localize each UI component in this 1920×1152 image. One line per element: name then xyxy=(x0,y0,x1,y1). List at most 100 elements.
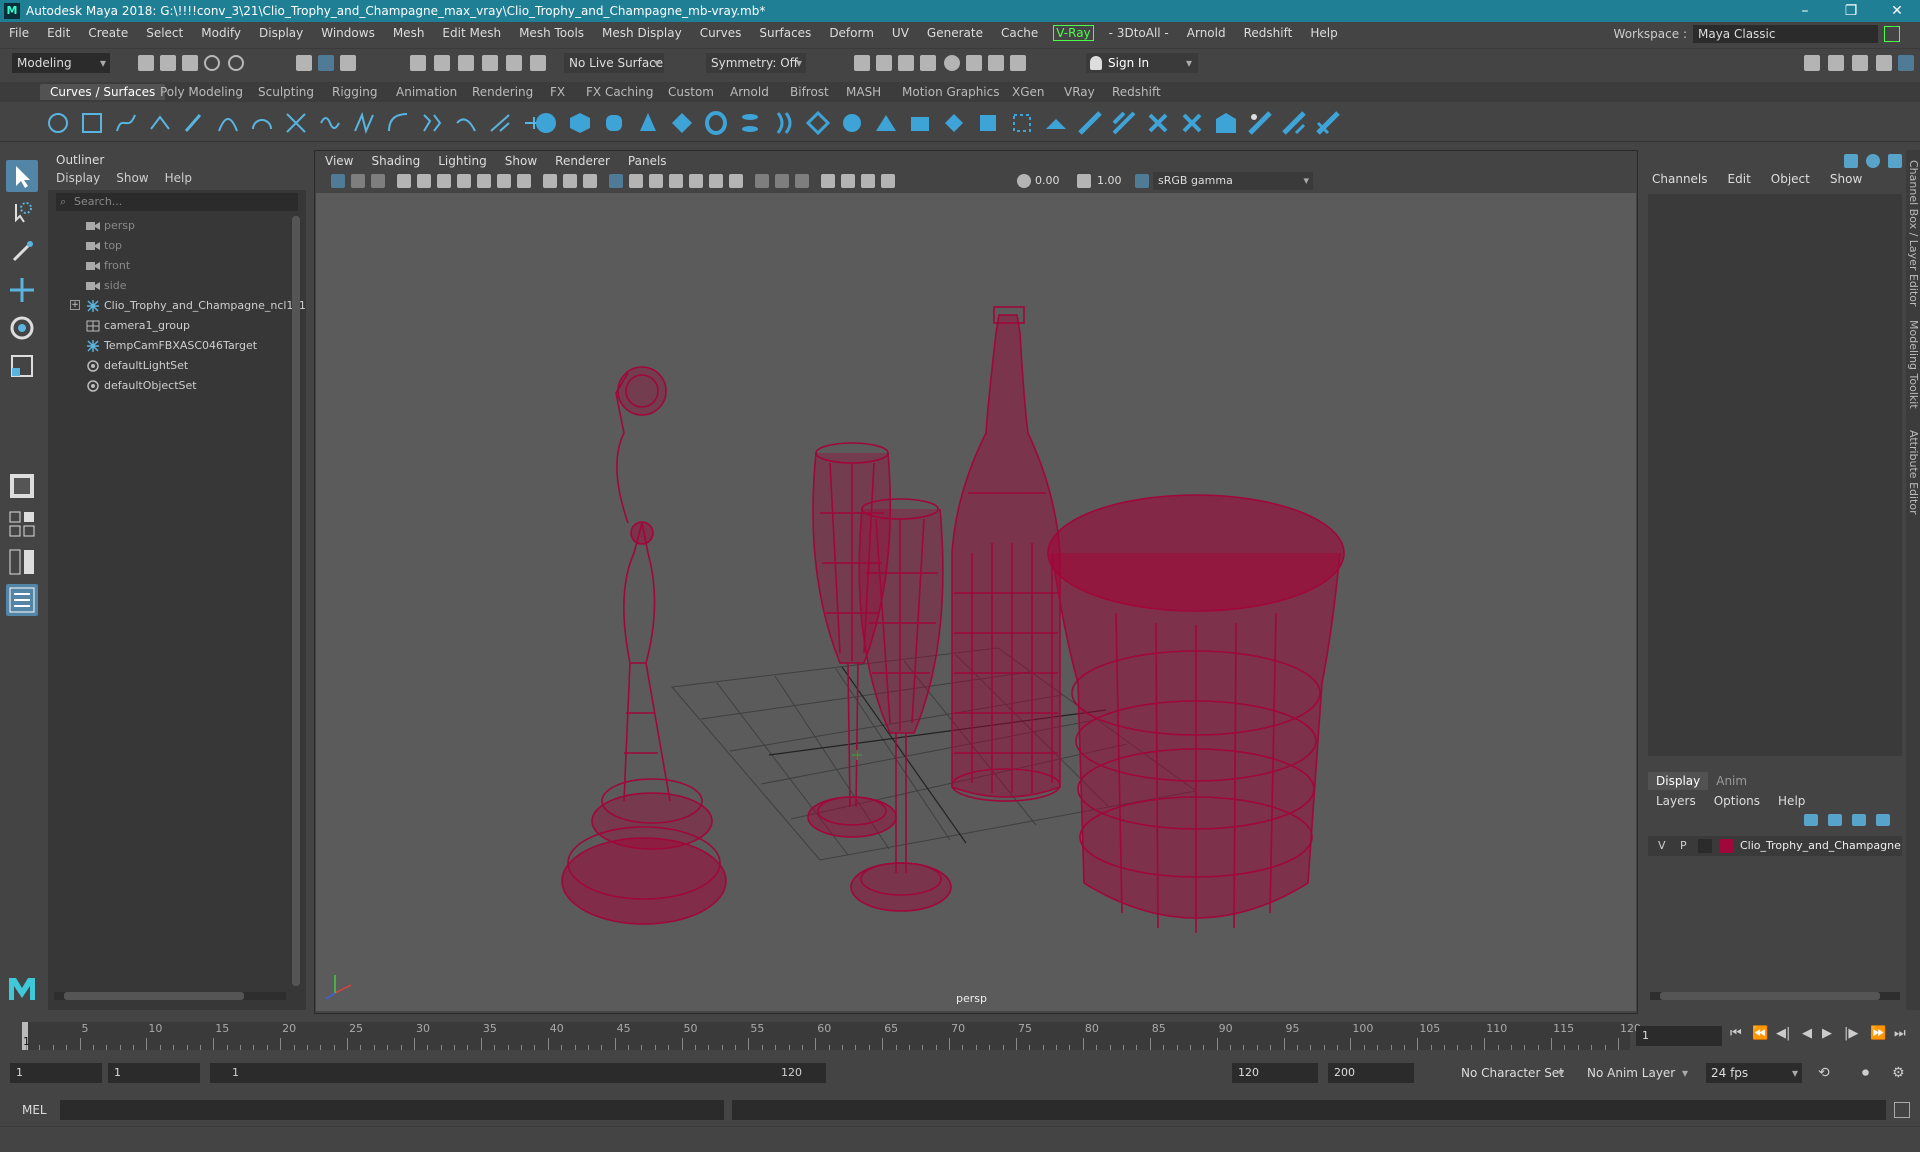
shelf-tab-animation[interactable]: Animation xyxy=(386,84,467,100)
render-setup-icon[interactable] xyxy=(966,55,982,71)
hypershade-icon[interactable] xyxy=(944,55,960,71)
outliner-item-camera1-group[interactable]: camera1_group xyxy=(48,316,288,336)
step-forward-key-icon[interactable]: ⏩ xyxy=(1870,1026,1886,1041)
gamma-value[interactable]: 1.00 xyxy=(1097,173,1137,189)
ambient-occlusion-icon[interactable] xyxy=(729,174,743,188)
motion-blur-icon[interactable] xyxy=(755,174,769,188)
menu-generate[interactable]: Generate xyxy=(918,26,992,40)
film-gate-icon[interactable] xyxy=(457,174,471,188)
redo-icon[interactable] xyxy=(228,55,244,71)
snap-surface-icon[interactable] xyxy=(506,55,522,71)
menu-edit[interactable]: Edit xyxy=(38,26,79,40)
shelf-tab-motion-graphics[interactable]: Motion Graphics xyxy=(892,84,1010,100)
open-scene-icon[interactable] xyxy=(160,55,176,71)
exposure-value[interactable]: 0.00 xyxy=(1035,173,1075,189)
menu-mesh-tools[interactable]: Mesh Tools xyxy=(510,26,593,40)
gamma-icon[interactable] xyxy=(1077,174,1091,188)
shadows-icon[interactable] xyxy=(709,174,723,188)
nurbs-cube-icon[interactable] xyxy=(568,111,592,135)
undo-icon[interactable] xyxy=(204,55,220,71)
depth-of-field-icon[interactable] xyxy=(795,174,809,188)
loop-icon[interactable]: ⟲ xyxy=(1818,1065,1830,1081)
command-input[interactable] xyxy=(60,1100,724,1120)
viewport-menu-lighting[interactable]: Lighting xyxy=(438,154,487,168)
mode-dropdown[interactable]: Modeling xyxy=(12,53,110,73)
menu-arnold[interactable]: Arnold xyxy=(1178,26,1235,40)
project-curve-icon[interactable] xyxy=(1044,111,1068,135)
textured-icon[interactable] xyxy=(669,174,683,188)
fillet-curve-icon[interactable] xyxy=(454,111,478,135)
anti-aliasing-icon[interactable] xyxy=(775,174,789,188)
symmetry-dropdown[interactable]: Symmetry: Off xyxy=(706,53,806,73)
offset-curve-icon[interactable] xyxy=(386,111,410,135)
render-view-icon[interactable] xyxy=(854,55,870,71)
new-layer-selected-icon[interactable] xyxy=(1876,814,1890,826)
current-frame-field[interactable]: 1 xyxy=(1636,1026,1722,1046)
boundary-icon[interactable] xyxy=(942,111,966,135)
exposure-icon[interactable] xyxy=(1017,174,1031,188)
animation-start-field[interactable]: 1 xyxy=(10,1063,102,1083)
play-back-icon[interactable]: ◀︎ xyxy=(1802,1026,1812,1041)
lasso-tool-icon[interactable] xyxy=(6,198,38,230)
new-scene-icon[interactable] xyxy=(138,55,154,71)
nurbs-square-icon[interactable] xyxy=(80,111,104,135)
rebuild-surface-icon[interactable] xyxy=(1316,111,1340,135)
planar-icon[interactable] xyxy=(806,111,830,135)
nurbs-torus-icon[interactable] xyxy=(704,111,728,135)
outliner-item-default-object-set[interactable]: defaultObjectSet xyxy=(48,376,288,396)
field-chart-icon[interactable] xyxy=(517,174,531,188)
viewport-menu-renderer[interactable]: Renderer xyxy=(555,154,610,168)
wireframe-icon[interactable] xyxy=(609,174,623,188)
menu-3dtoall[interactable]: - 3DtoAll - xyxy=(1100,26,1178,40)
select-component-icon[interactable] xyxy=(340,55,356,71)
xray-components-icon[interactable] xyxy=(881,174,895,188)
curve-detach-icon[interactable] xyxy=(352,111,376,135)
viewport-menu-shading[interactable]: Shading xyxy=(371,154,420,168)
viewport-menu-show[interactable]: Show xyxy=(505,154,537,168)
gate-mask-icon[interactable] xyxy=(497,174,511,188)
minimize-button[interactable]: – xyxy=(1782,0,1828,22)
shelf-tab-fx[interactable]: FX xyxy=(540,84,575,100)
channel-box-toggle-icon[interactable] xyxy=(1844,154,1858,168)
shelf-tab-poly-modeling[interactable]: Poly Modeling xyxy=(150,84,253,100)
nurbs-sphere-icon[interactable] xyxy=(534,111,558,135)
layer-horizontal-scrollbar[interactable] xyxy=(1650,992,1900,1000)
shelf-tab-fx-caching[interactable]: FX Caching xyxy=(576,84,663,100)
go-to-start-icon[interactable]: ⏮ xyxy=(1730,1026,1742,1041)
outliner-search-input[interactable]: ⌕ Search... xyxy=(56,193,298,211)
channel-box-menu-edit[interactable]: Edit xyxy=(1728,172,1751,186)
menu-file[interactable]: File xyxy=(0,26,38,40)
nurbs-plane-icon[interactable] xyxy=(670,111,694,135)
outliner-item-default-light-set[interactable]: defaultLightSet xyxy=(48,356,288,376)
shelf-tab-sculpting[interactable]: Sculpting xyxy=(248,84,324,100)
menu-help[interactable]: Help xyxy=(1301,26,1346,40)
step-forward-frame-icon[interactable]: |▶︎ xyxy=(1844,1026,1858,1041)
outliner-item-clio-trophy[interactable]: + Clio_Trophy_and_Champagne_ncl1_1 xyxy=(48,296,306,316)
menu-windows[interactable]: Windows xyxy=(312,26,384,40)
step-back-key-icon[interactable]: ⏪ xyxy=(1752,1026,1768,1041)
go-to-end-icon[interactable]: ⏭ xyxy=(1894,1026,1906,1041)
attribute-editor-toggle-icon[interactable] xyxy=(1866,154,1880,168)
outliner-menu-display[interactable]: Display xyxy=(56,171,100,189)
curve-attach-icon[interactable] xyxy=(318,111,342,135)
layer-visibility-toggle[interactable]: V xyxy=(1658,836,1666,856)
snap-view-icon[interactable] xyxy=(482,55,498,71)
menu-cache[interactable]: Cache xyxy=(992,26,1047,40)
layer-playback-toggle[interactable]: P xyxy=(1680,836,1687,856)
modeling-toolkit-icon[interactable] xyxy=(1804,55,1820,71)
play-forward-icon[interactable]: ▶︎ xyxy=(1822,1026,1832,1041)
attribute-editor-icon[interactable] xyxy=(1852,55,1868,71)
live-surface-dropdown[interactable]: No Live Surface xyxy=(564,53,664,73)
viewport-menu-view[interactable]: View xyxy=(325,154,353,168)
channel-box-menu-show[interactable]: Show xyxy=(1830,172,1862,186)
birail-icon[interactable] xyxy=(874,111,898,135)
menu-redshift[interactable]: Redshift xyxy=(1235,26,1302,40)
playback-end-field[interactable]: 120 xyxy=(1232,1063,1318,1083)
menu-mesh-display[interactable]: Mesh Display xyxy=(593,26,691,40)
paint-select-tool-icon[interactable] xyxy=(6,236,38,268)
shelf-tab-redshift[interactable]: Redshift xyxy=(1102,84,1171,100)
isolate-select-icon[interactable] xyxy=(821,174,835,188)
attach-surfaces-icon[interactable] xyxy=(1146,111,1170,135)
shelf-tab-mash[interactable]: MASH xyxy=(836,84,891,100)
2d-pan-zoom-icon[interactable] xyxy=(417,174,431,188)
